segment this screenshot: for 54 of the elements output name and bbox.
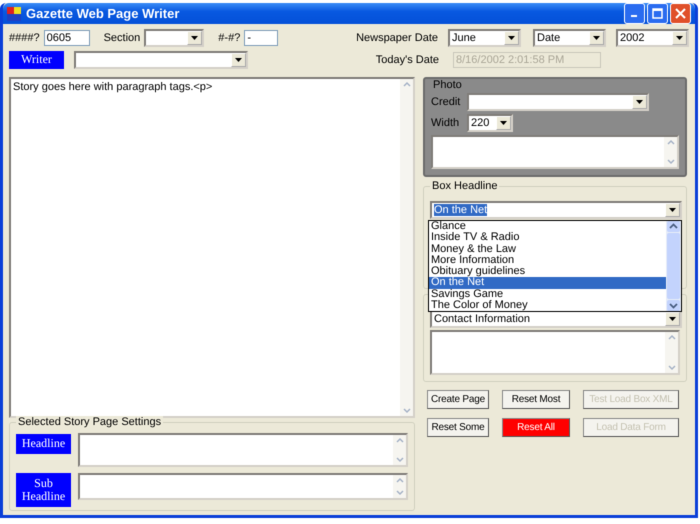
- field-label: Width: [431, 117, 460, 129]
- field-label: #-#?: [218, 32, 240, 44]
- caret-icon: [676, 36, 683, 40]
- caret-icon: [636, 100, 643, 104]
- writer-button[interactable]: Writer: [9, 50, 64, 68]
- action-button[interactable]: Reset All: [502, 418, 570, 437]
- field-label: ####?: [9, 32, 40, 44]
- action-button[interactable]: Reset Most: [502, 390, 570, 409]
- scroll-down-icon[interactable]: [667, 300, 680, 312]
- group-title: Photo: [431, 79, 464, 91]
- field-label: Newspaper Date: [356, 32, 438, 44]
- window-title: Gazette Web Page Writer: [26, 6, 180, 21]
- action-button[interactable]: Reset Some: [427, 418, 489, 437]
- dropdown[interactable]: Date: [533, 28, 606, 46]
- maximize-icon: [652, 8, 663, 19]
- caret-icon: [235, 58, 242, 62]
- dropdown[interactable]: [467, 93, 649, 111]
- list-option[interactable]: More Information: [429, 254, 666, 266]
- caret-icon: [500, 121, 507, 125]
- maximize-button[interactable]: [647, 3, 668, 24]
- caret-icon: [191, 36, 198, 40]
- field-label: Credit: [431, 96, 462, 108]
- list-option[interactable]: On the Net: [429, 277, 666, 289]
- dropdown[interactable]: [144, 28, 204, 46]
- list-option[interactable]: The Color of Money: [429, 300, 666, 312]
- close-button[interactable]: [670, 3, 691, 24]
- scroll-up-icon[interactable]: [667, 221, 680, 232]
- list-option[interactable]: Inside TV & Radio: [429, 232, 666, 244]
- dropdown[interactable]: On the Net: [430, 201, 682, 219]
- headline-button[interactable]: Sub Headline: [16, 473, 71, 507]
- headline-button[interactable]: Headline: [16, 434, 71, 454]
- scrollbar-thumb[interactable]: [667, 233, 680, 300]
- list-option[interactable]: Money & the Law: [429, 244, 666, 255]
- minimize-button[interactable]: [624, 3, 645, 24]
- field-label: Section: [104, 32, 140, 44]
- caret-icon: [669, 317, 676, 322]
- caret-icon: [508, 36, 515, 40]
- dropdown[interactable]: [74, 50, 248, 68]
- list-option[interactable]: Obituary guidelines: [429, 266, 666, 278]
- action-button[interactable]: Create Page: [427, 390, 489, 409]
- dropdown[interactable]: 2002: [616, 28, 689, 46]
- caret-icon: [669, 208, 676, 212]
- dropdown[interactable]: June: [448, 28, 521, 46]
- group-title: Selected Story Page Settings: [16, 416, 164, 428]
- close-icon: [675, 8, 686, 19]
- list-option[interactable]: Glance: [429, 221, 666, 232]
- caret-icon: [593, 36, 600, 40]
- app-icon: [7, 6, 21, 20]
- group-title: Box Headline: [430, 180, 500, 192]
- list-option[interactable]: Savings Game: [429, 288, 666, 300]
- dropdown[interactable]: 220: [467, 114, 513, 132]
- input-field[interactable]: -: [244, 30, 278, 46]
- input-field[interactable]: 0605: [44, 30, 90, 46]
- field-label: Today's Date: [376, 54, 439, 66]
